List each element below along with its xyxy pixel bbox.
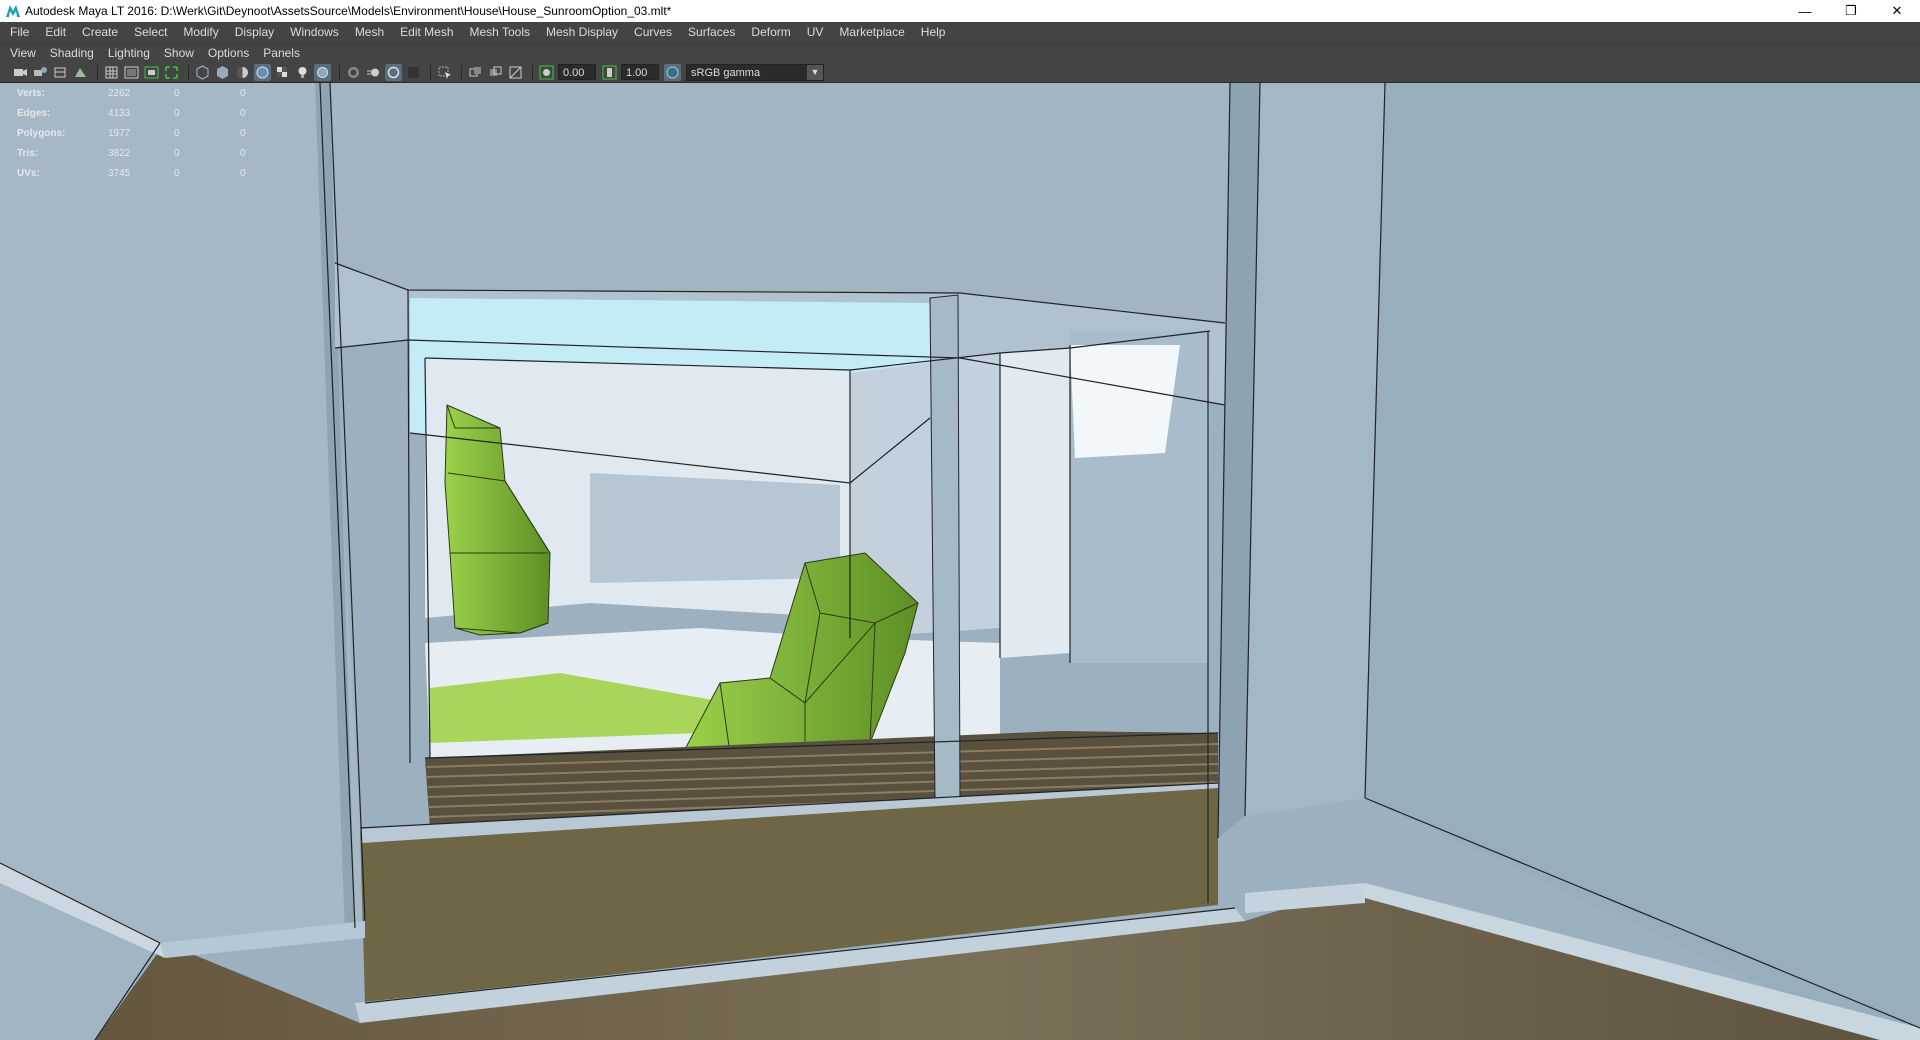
hud-value: 1977 [108,127,131,139]
bookmarks-icon[interactable] [52,64,69,81]
ambient-occlusion-icon[interactable] [345,64,362,81]
hud-value: 0 [174,107,180,119]
toolbar-separator [339,64,340,80]
use-all-lights-icon[interactable] [294,64,311,81]
panel-menu-options[interactable]: Options [201,44,256,62]
shadows-icon[interactable] [314,63,331,81]
panel-toolbar: 0.00 1.00 sRGB gamma ▼ [0,62,1920,83]
panel-menu-shading[interactable]: Shading [43,44,101,62]
minimize-button[interactable]: — [1782,0,1828,22]
xray-active-components-icon[interactable] [487,64,504,81]
gate-mask-icon[interactable] [163,64,180,81]
panel-menu-view[interactable]: View [3,44,43,62]
toolbar-separator [188,64,189,80]
menu-create[interactable]: Create [74,22,126,43]
image-plane-icon[interactable] [72,64,89,81]
menu-display[interactable]: Display [227,22,282,43]
menu-deform[interactable]: Deform [743,22,798,43]
grid-icon[interactable] [103,64,120,81]
camera-icon[interactable] [12,64,29,81]
main-menu-bar: File Edit Create Select Modify Display W… [0,22,1920,43]
isolate-select-icon[interactable] [436,64,453,81]
hud-value: 0 [240,127,246,139]
toolbar-separator [97,64,98,80]
color-management-icon[interactable] [664,63,681,81]
menu-mesh-tools[interactable]: Mesh Tools [462,22,538,43]
wireframe-on-shaded-icon[interactable] [254,63,271,81]
menu-mesh[interactable]: Mesh [347,22,392,43]
poly-count-hud: Verts: 2262 0 0 Edges: 4133 0 0 Polygons… [17,83,280,183]
hud-value: 0 [240,87,246,99]
motion-blur-icon[interactable] [365,64,382,81]
close-button[interactable]: ✕ [1874,0,1920,22]
hud-value: 0 [174,147,180,159]
exposure-field[interactable]: 0.00 [558,64,596,80]
wireframe-icon[interactable] [194,64,211,81]
menu-windows[interactable]: Windows [282,22,347,43]
hud-value: 3822 [108,147,131,159]
xray-joints-icon[interactable] [507,64,524,81]
hud-row-edges: Edges: 4133 0 0 [17,103,280,123]
camera-attributes-icon[interactable] [32,64,49,81]
chevron-down-icon: ▼ [807,64,823,80]
hud-row-uvs: UVs: 3745 0 0 [17,163,280,183]
color-space-value: sRGB gamma [691,66,761,79]
menu-edit-mesh[interactable]: Edit Mesh [392,22,461,43]
menu-mesh-display[interactable]: Mesh Display [538,22,626,43]
gamma-icon[interactable] [601,64,618,81]
textured-icon[interactable] [274,64,291,81]
maximize-button[interactable]: ❐ [1828,0,1874,22]
toolbar-separator [532,64,533,80]
menu-surfaces[interactable]: Surfaces [680,22,743,43]
panel-menu-lighting[interactable]: Lighting [101,44,157,62]
color-space-dropdown[interactable]: sRGB gamma ▼ [686,63,824,81]
panel-menu-panels[interactable]: Panels [256,44,307,62]
scene-render [0,83,1920,1040]
hud-row-verts: Verts: 2262 0 0 [17,83,280,103]
menu-curves[interactable]: Curves [626,22,680,43]
menu-marketplace[interactable]: Marketplace [831,22,912,43]
panel-menu-bar: View Shading Lighting Show Options Panel… [0,43,1920,62]
menu-help[interactable]: Help [913,22,954,43]
depth-of-field-icon[interactable] [405,64,422,81]
hud-value: 0 [174,87,180,99]
hud-label: Tris: [17,147,39,159]
window-title-bar: Autodesk Maya LT 2016: D:\Werk\Git\Deyno… [0,0,1920,22]
anti-aliasing-icon[interactable] [385,63,402,81]
resolution-gate-icon[interactable] [143,64,160,81]
hud-label: UVs: [17,167,40,179]
perspective-viewport[interactable]: Verts: 2262 0 0 Edges: 4133 0 0 Polygons… [0,83,1920,1040]
window-title: Autodesk Maya LT 2016: D:\Werk\Git\Deyno… [25,4,672,18]
hud-label: Edges: [17,107,51,119]
hud-label: Verts: [17,87,45,99]
menu-uv[interactable]: UV [799,22,832,43]
hud-value: 0 [174,167,180,179]
film-gate-icon[interactable] [123,64,140,81]
hud-value: 2262 [108,87,131,99]
smooth-shade-icon[interactable] [214,64,231,81]
default-material-icon[interactable] [234,64,251,81]
hud-value: 4133 [108,107,131,119]
hud-label: Polygons: [17,127,66,139]
menu-modify[interactable]: Modify [175,22,226,43]
xray-icon[interactable] [467,64,484,81]
toolbar-separator [461,64,462,80]
hud-value: 0 [240,147,246,159]
menu-select[interactable]: Select [126,22,175,43]
hud-value: 0 [174,127,180,139]
menu-edit[interactable]: Edit [37,22,74,43]
hud-value: 0 [240,107,246,119]
menu-file[interactable]: File [2,22,37,43]
gamma-field[interactable]: 1.00 [621,64,659,80]
toolbar-separator [430,64,431,80]
hud-row-tris: Tris: 3822 0 0 [17,143,280,163]
hud-value: 3745 [108,167,131,179]
exposure-icon[interactable] [538,64,555,81]
hud-row-polygons: Polygons: 1977 0 0 [17,123,280,143]
hud-value: 0 [240,167,246,179]
maya-logo-icon [6,5,20,17]
panel-menu-show[interactable]: Show [157,44,201,62]
